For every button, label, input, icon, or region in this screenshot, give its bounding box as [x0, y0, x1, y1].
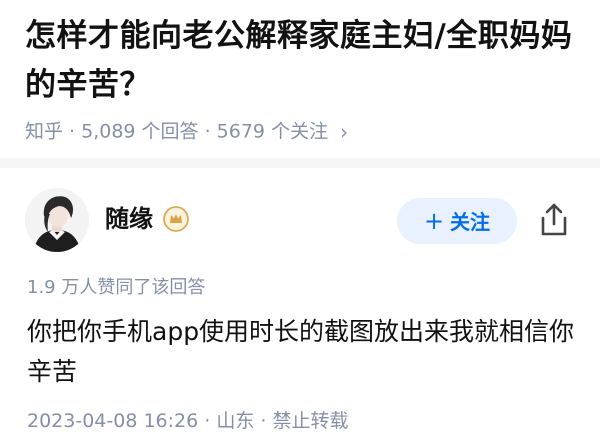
plus-icon: +	[423, 207, 445, 235]
question-meta[interactable]: 知乎 · 5,089 个回答 · 5679 个关注 ›	[25, 118, 585, 145]
answer-content[interactable]: 你把你手机app使用时长的截图放出来我就相信你辛苦	[27, 312, 582, 392]
avatar-illustration	[25, 188, 89, 252]
follow-label: 关注	[450, 210, 491, 234]
chevron-right-icon: ›	[340, 119, 349, 144]
likes-count: 1.9 万人赞同了该回答	[27, 277, 206, 298]
question-meta-text: 知乎 · 5,089 个回答 · 5679 个关注	[25, 120, 329, 143]
follow-button[interactable]: + 关注	[397, 198, 517, 244]
question-header: 怎样才能向老公解释家庭主妇/全职妈妈的辛苦？ 知乎 · 5,089 个回答 · …	[25, 12, 585, 145]
author-row: 随缘 + 关注	[25, 186, 580, 256]
answer-card: 随缘 + 关注 1.9 万人赞同了该回答 你把你手机app使用时长的截图放出来我就…	[0, 168, 600, 438]
answer-footer: 2023-04-08 16:26 · 山东 · 禁止转载	[27, 410, 349, 432]
section-divider	[0, 158, 600, 168]
avatar[interactable]	[25, 188, 89, 252]
crown-badge-icon	[163, 206, 189, 232]
zhihu-answer-page: 怎样才能向老公解释家庭主妇/全职妈妈的辛苦？ 知乎 · 5,089 个回答 · …	[0, 0, 600, 438]
question-title[interactable]: 怎样才能向老公解释家庭主妇/全职妈妈的辛苦？	[25, 12, 585, 110]
author-name[interactable]: 随缘	[105, 203, 153, 235]
share-icon[interactable]	[537, 202, 571, 238]
